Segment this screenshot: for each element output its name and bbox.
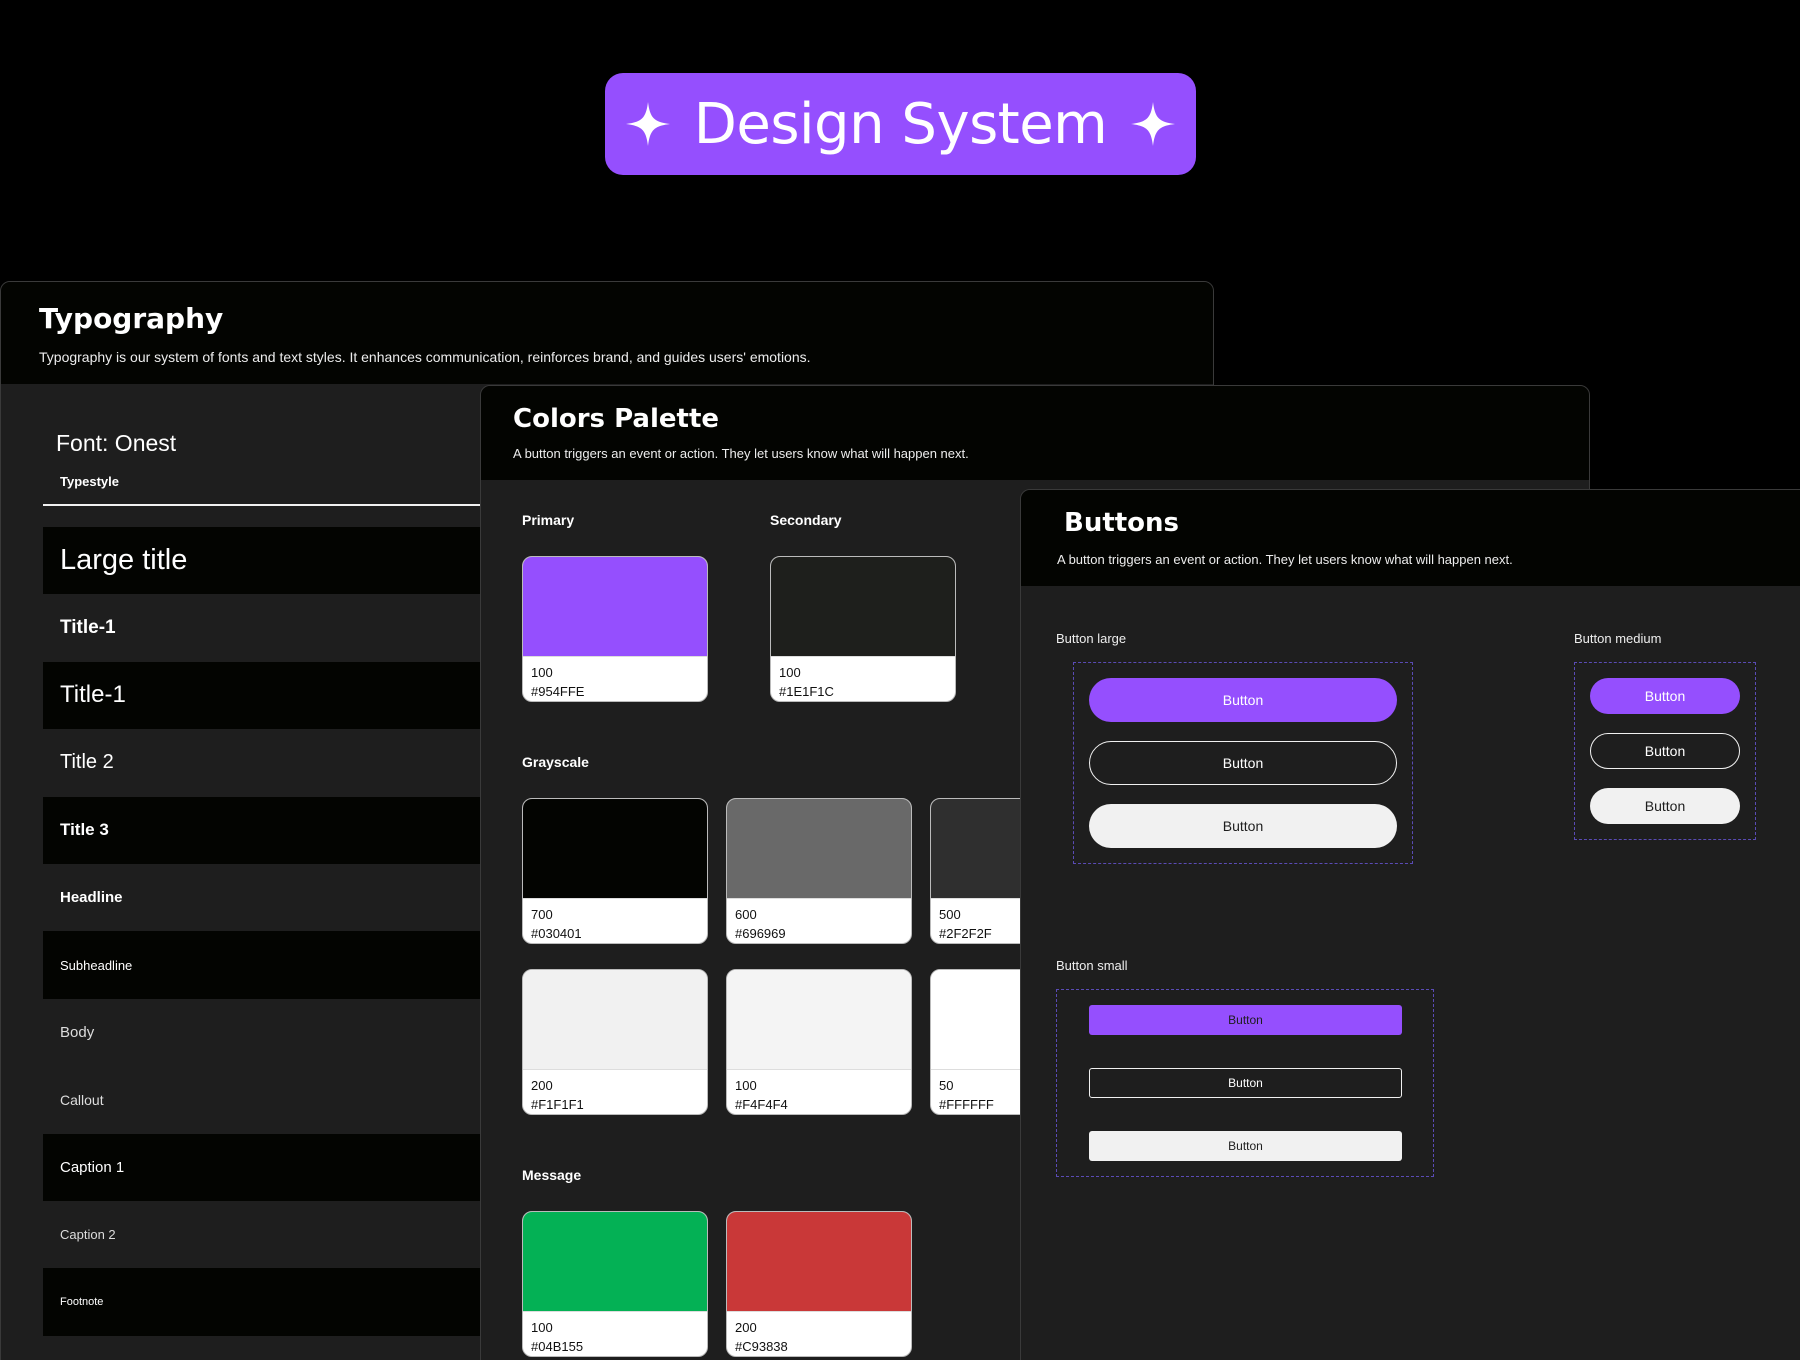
- typestyle-row: Footnote: [43, 1268, 483, 1336]
- typestyle-row: Headline: [43, 864, 483, 931]
- design-system-badge: Design System: [605, 73, 1196, 175]
- typestyle-title-1-alt: Title-1: [60, 681, 126, 709]
- button-large-label: Button large: [1056, 631, 1127, 646]
- group-label-message: Message: [522, 1167, 582, 1183]
- button-small-light[interactable]: Button: [1089, 1131, 1402, 1161]
- swatch-fill: [727, 970, 911, 1070]
- typestyle-title-3: Title 3: [60, 820, 109, 840]
- swatch-weight: 100: [531, 665, 553, 680]
- typestyle-row: Callout: [43, 1066, 483, 1133]
- typography-title: Typography: [39, 302, 224, 335]
- buttons-description: A button triggers an event or action. Th…: [1057, 552, 1513, 567]
- group-label-primary: Primary: [522, 512, 575, 528]
- swatch-fill: [523, 970, 707, 1070]
- typestyle-title-2: Title 2: [60, 751, 114, 774]
- swatch-hex: #030401: [531, 926, 582, 941]
- typestyle-caption-2: Caption 2: [60, 1227, 116, 1243]
- swatch-fill: [523, 557, 707, 657]
- typestyle-footnote: Footnote: [60, 1295, 104, 1308]
- typestyle-row: Body: [43, 999, 483, 1066]
- swatch-weight: 100: [779, 665, 801, 680]
- sparkle-icon: [625, 102, 670, 146]
- swatch-message-100[interactable]: 100 #04B155: [522, 1211, 708, 1357]
- button-large-outline[interactable]: Button: [1089, 741, 1397, 785]
- button-medium-label: Button medium: [1574, 631, 1662, 646]
- typestyle-subheadline: Subheadline: [60, 957, 133, 973]
- colors-header: Colors Palette A button triggers an even…: [481, 386, 1589, 480]
- typestyle-column-header: Typestyle: [43, 474, 483, 506]
- swatch-message-200[interactable]: 200 #C93838: [726, 1211, 912, 1357]
- typestyle-row: Large title: [43, 527, 483, 595]
- sparkle-icon: [1131, 102, 1176, 146]
- swatch-hex: #04B155: [531, 1339, 584, 1354]
- button-small-outline[interactable]: Button: [1089, 1068, 1402, 1098]
- swatch-weight: 700: [531, 907, 553, 922]
- swatch-gray-700[interactable]: 700 #030401: [522, 798, 708, 944]
- swatch-primary-100[interactable]: 100 #954FFE: [522, 556, 708, 702]
- typestyle-body: Body: [60, 1023, 95, 1041]
- typestyle-title-1: Title-1: [60, 617, 116, 639]
- button-large-light[interactable]: Button: [1089, 804, 1397, 848]
- swatch-fill: [727, 799, 911, 899]
- swatch-fill: [523, 799, 707, 899]
- swatch-fill: [727, 1212, 911, 1312]
- button-large-primary[interactable]: Button: [1089, 678, 1397, 722]
- typestyle-row: Caption 1: [43, 1133, 483, 1201]
- button-small-primary[interactable]: Button: [1089, 1005, 1402, 1035]
- swatch-gray-100[interactable]: 100 #F4F4F4: [726, 969, 912, 1115]
- group-label-grayscale: Grayscale: [522, 754, 589, 770]
- swatch-hex: #696969: [735, 926, 786, 941]
- typestyle-row: Title 3: [43, 796, 483, 864]
- button-medium-outline[interactable]: Button: [1590, 733, 1740, 769]
- swatch-weight: 100: [735, 1078, 757, 1093]
- buttons-title: Buttons: [1064, 508, 1180, 538]
- typestyle-callout: Callout: [60, 1091, 104, 1108]
- typestyle-row: Subheadline: [43, 931, 483, 999]
- hero-title: Design System: [693, 91, 1108, 157]
- swatch-gray-600[interactable]: 600 #696969: [726, 798, 912, 944]
- swatch-secondary-100[interactable]: 100 #1E1F1C: [770, 556, 956, 702]
- typestyle-headline: Headline: [60, 889, 123, 907]
- button-medium-light[interactable]: Button: [1590, 788, 1740, 824]
- buttons-header: Buttons A button triggers an event or ac…: [1021, 490, 1800, 586]
- swatch-hex: #1E1F1C: [779, 684, 834, 699]
- typography-header: Typography Typography is our system of f…: [1, 282, 1213, 384]
- colors-title: Colors Palette: [513, 404, 720, 434]
- colors-description: A button triggers an event or action. Th…: [513, 446, 969, 461]
- button-medium-primary[interactable]: Button: [1590, 678, 1740, 714]
- group-label-secondary: Secondary: [770, 512, 842, 528]
- typestyle-caption-1: Caption 1: [60, 1158, 125, 1176]
- buttons-panel: Buttons A button triggers an event or ac…: [1020, 489, 1800, 1360]
- swatch-fill: [771, 557, 955, 657]
- swatch-hex: #F4F4F4: [735, 1097, 788, 1112]
- swatch-weight: 200: [531, 1078, 553, 1093]
- swatch-weight: 100: [531, 1320, 553, 1335]
- swatch-fill: [523, 1212, 707, 1312]
- font-name: Font: Onest: [56, 430, 177, 456]
- typestyle-large-title: Large title: [60, 544, 188, 577]
- typestyle-row: Title 2: [43, 729, 483, 796]
- swatch-weight: 600: [735, 907, 757, 922]
- typestyle-row: Title-1: [43, 661, 483, 730]
- typestyle-row: Title-1: [43, 594, 483, 661]
- button-small-label: Button small: [1056, 958, 1128, 973]
- typestyle-list: Large title Title-1 Title-1 Title 2 Titl…: [43, 527, 483, 1336]
- swatch-hex: #C93838: [735, 1339, 788, 1354]
- typestyle-row: Caption 2: [43, 1201, 483, 1268]
- swatch-gray-200[interactable]: 200 #F1F1F1: [522, 969, 708, 1115]
- typography-description: Typography is our system of fonts and te…: [39, 349, 811, 365]
- swatch-hex: #954FFE: [531, 684, 585, 699]
- swatch-hex: #F1F1F1: [531, 1097, 584, 1112]
- swatch-weight: 200: [735, 1320, 757, 1335]
